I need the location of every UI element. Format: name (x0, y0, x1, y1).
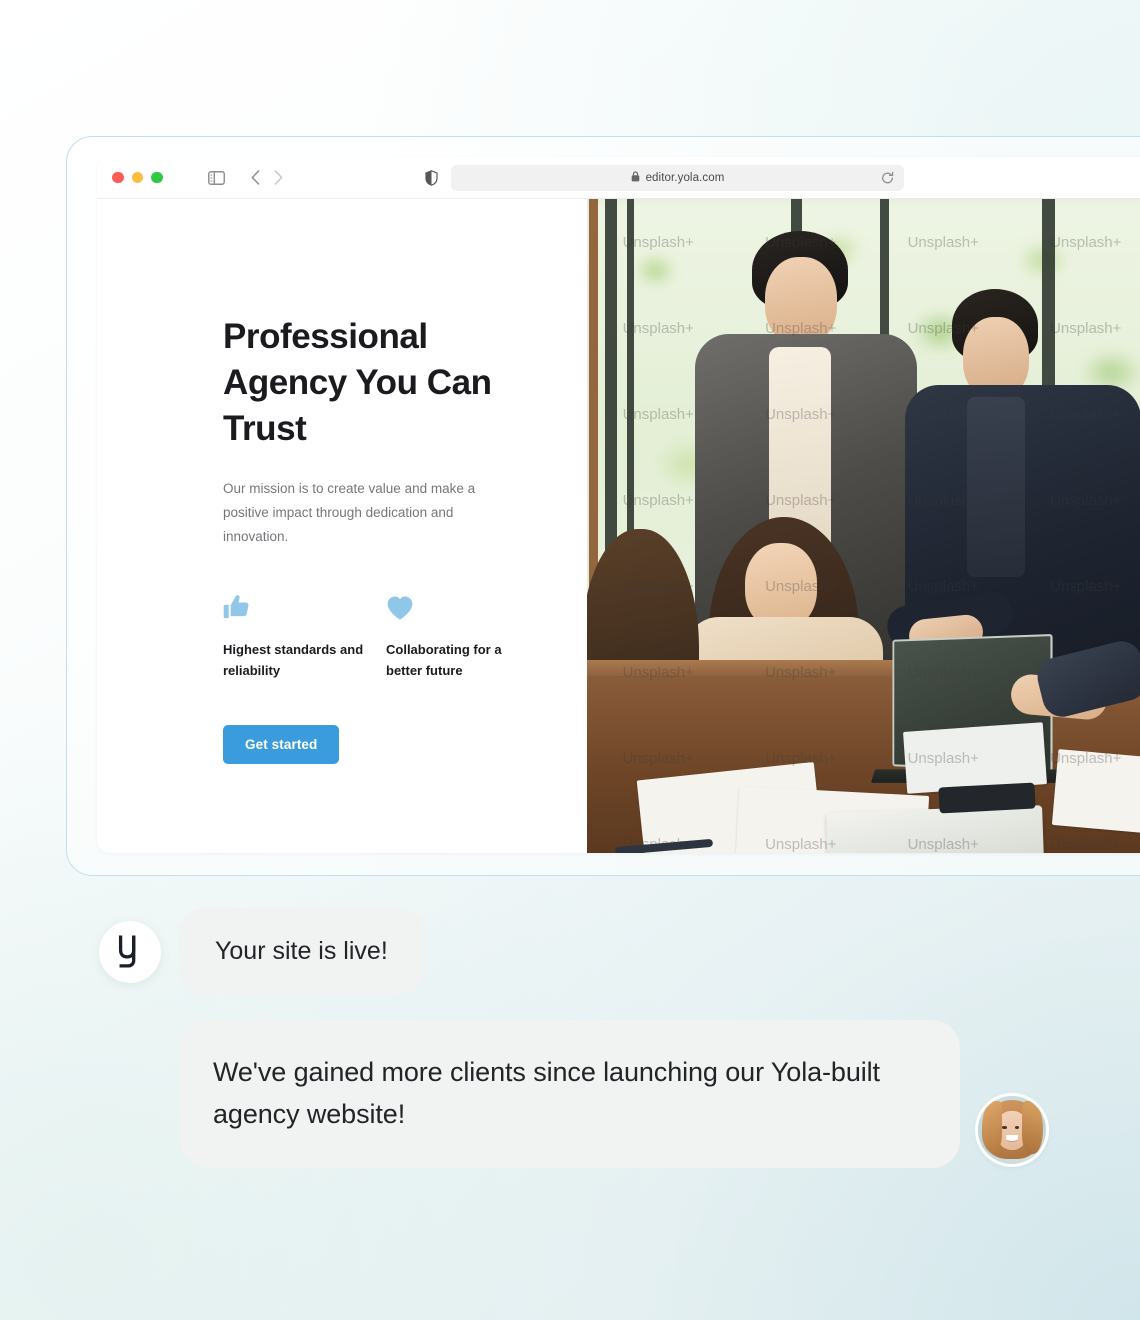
page-root: editor.yola.com Professional Agency You … (0, 0, 1140, 1320)
phone-device (938, 782, 1036, 814)
client-photo-avatar (978, 1096, 1046, 1164)
forward-arrow-icon[interactable] (274, 170, 283, 185)
address-url-text: editor.yola.com (645, 171, 725, 184)
hero-headline: Professional Agency You Can Trust (223, 317, 492, 448)
site-preview: Professional Agency You Can Trust Our mi… (97, 199, 1140, 853)
browser-toolbar: editor.yola.com (97, 157, 1140, 199)
get-started-button[interactable]: Get started (223, 725, 340, 764)
window-traffic-lights[interactable] (112, 171, 163, 184)
chat-message-1: Your site is live! (99, 908, 424, 995)
clipboard-paper (1051, 749, 1140, 833)
avatar-hair-left (982, 1101, 1003, 1152)
thumbs-up-icon (223, 591, 386, 621)
feature-label: Collaborating for a better future (386, 642, 502, 678)
avatar-smile (1005, 1135, 1019, 1142)
yola-y-glyph (118, 935, 136, 968)
chat-bubble-text: Your site is live! (179, 908, 424, 995)
feature-label: Highest standards and reliability (223, 642, 364, 678)
sidebar-toggle-icon[interactable] (207, 170, 225, 185)
feature-item-standards: Highest standards and reliability (223, 591, 386, 681)
privacy-shield-icon[interactable] (425, 169, 438, 186)
feature-item-collaboration: Collaborating for a better future (386, 591, 549, 681)
closed-laptop (826, 805, 1044, 853)
hero-text-column: Professional Agency You Can Trust Our mi… (97, 199, 587, 853)
avatar-eye-left (1002, 1125, 1007, 1129)
close-window-button[interactable] (112, 171, 124, 184)
chat-message-2: We've gained more clients since launchin… (180, 1020, 1046, 1168)
reload-icon[interactable] (881, 171, 894, 184)
minimize-window-button[interactable] (131, 171, 143, 184)
maximize-window-button[interactable] (151, 171, 163, 184)
hero-photo-scene (587, 199, 1140, 853)
yola-logo-avatar (99, 920, 161, 983)
hero-photo: Unsplash+ Unsplash+ Unsplash+ Unsplash+ … (587, 199, 1140, 853)
chat-bubble-text: We've gained more clients since launchin… (180, 1020, 960, 1168)
lock-icon (631, 169, 640, 187)
browser-window: editor.yola.com Professional Agency You … (97, 157, 1140, 853)
hero-subtext: Our mission is to create value and make … (223, 481, 476, 544)
hero-feature-list: Highest standards and reliability Collab… (223, 591, 587, 681)
back-arrow-icon[interactable] (251, 170, 260, 185)
heart-icon (386, 591, 549, 621)
address-bar[interactable]: editor.yola.com (451, 164, 904, 191)
